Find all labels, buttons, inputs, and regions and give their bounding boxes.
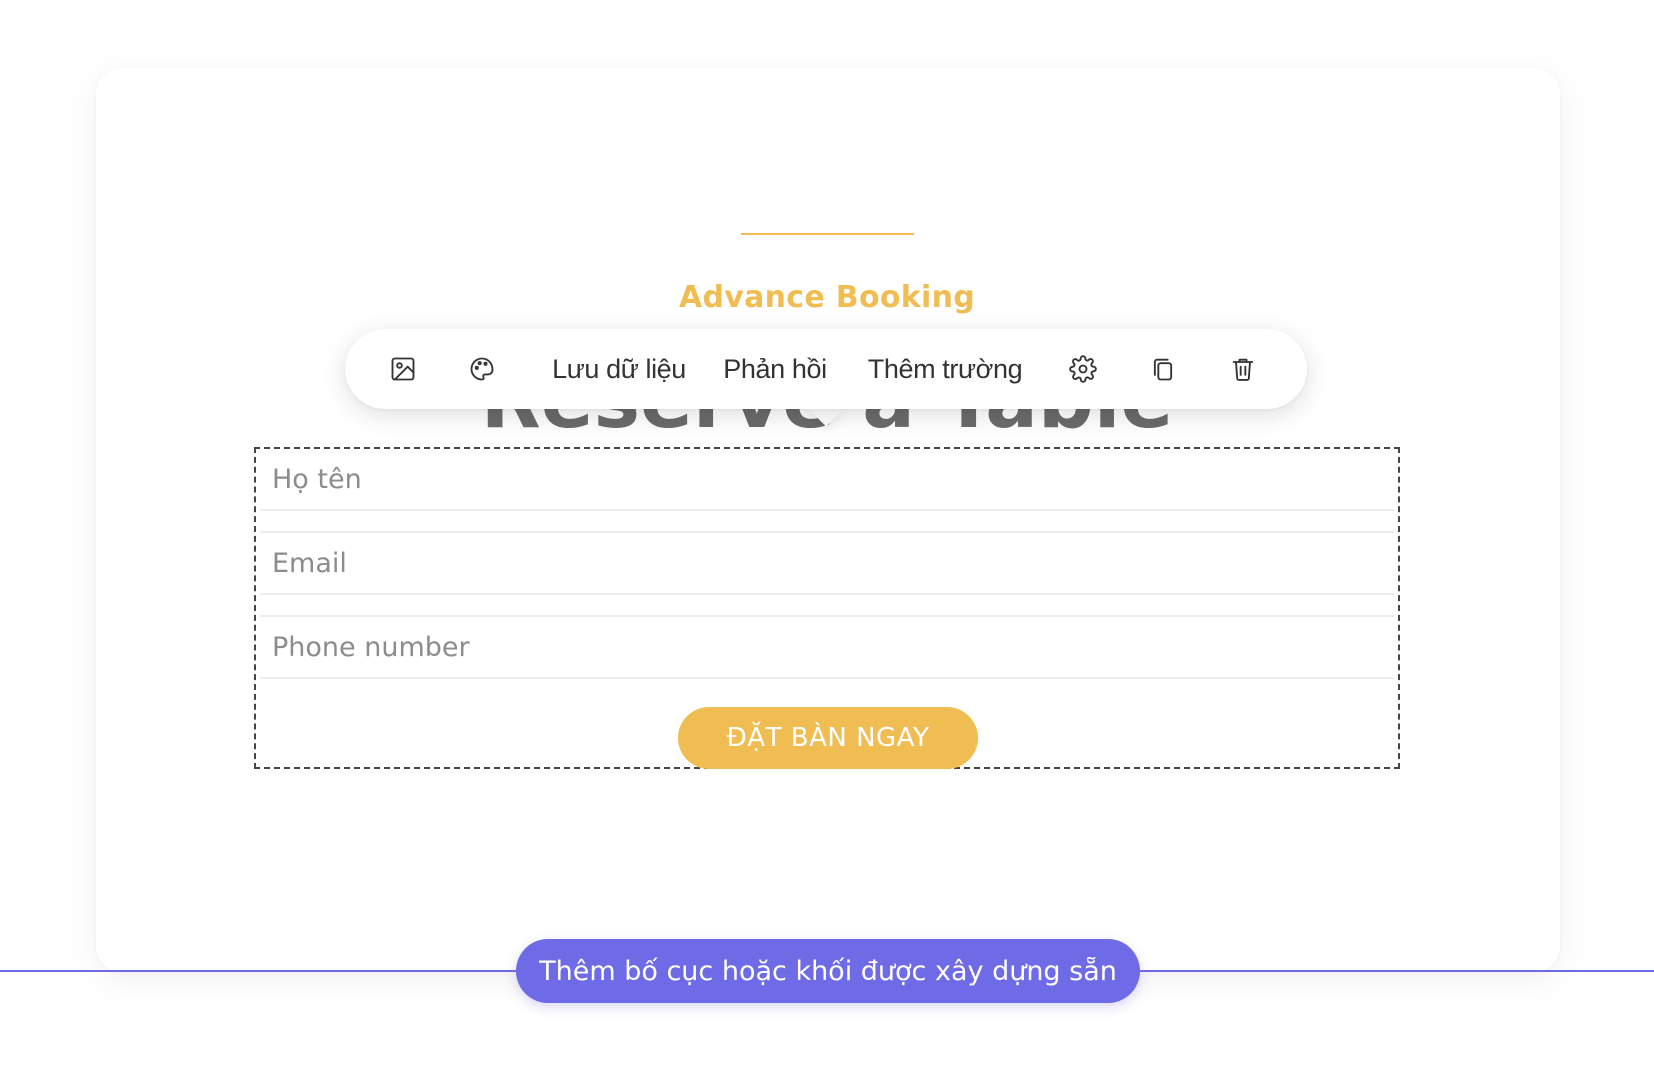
page: Advance Booking Reserve a Table Lưu dữ l… bbox=[0, 0, 1654, 1092]
name-input[interactable] bbox=[260, 449, 1394, 509]
form-toolbar: Lưu dữ liệu Phản hồi Thêm trường bbox=[345, 329, 1307, 409]
response-button[interactable]: Phản hồi bbox=[723, 329, 827, 409]
add-field-button[interactable]: Thêm trường bbox=[868, 329, 1023, 409]
email-input[interactable] bbox=[260, 533, 1394, 593]
copy-icon[interactable] bbox=[1143, 329, 1183, 409]
accent-divider bbox=[741, 233, 914, 235]
gear-icon[interactable] bbox=[1063, 329, 1103, 409]
add-prebuilt-block-button[interactable]: Thêm bố cục hoặc khối được xây dựng sẵn bbox=[516, 939, 1140, 1003]
name-field[interactable] bbox=[260, 449, 1394, 511]
phone-input[interactable] bbox=[260, 617, 1394, 677]
save-data-button[interactable]: Lưu dữ liệu bbox=[552, 329, 686, 409]
section-subtitle: Advance Booking bbox=[678, 280, 976, 315]
phone-field[interactable] bbox=[260, 617, 1394, 679]
book-now-button[interactable]: ĐẶT BÀN NGAY bbox=[678, 707, 978, 769]
palette-icon[interactable] bbox=[462, 329, 502, 409]
email-field[interactable] bbox=[260, 533, 1394, 595]
trash-icon[interactable] bbox=[1223, 329, 1263, 409]
image-icon[interactable] bbox=[383, 329, 423, 409]
